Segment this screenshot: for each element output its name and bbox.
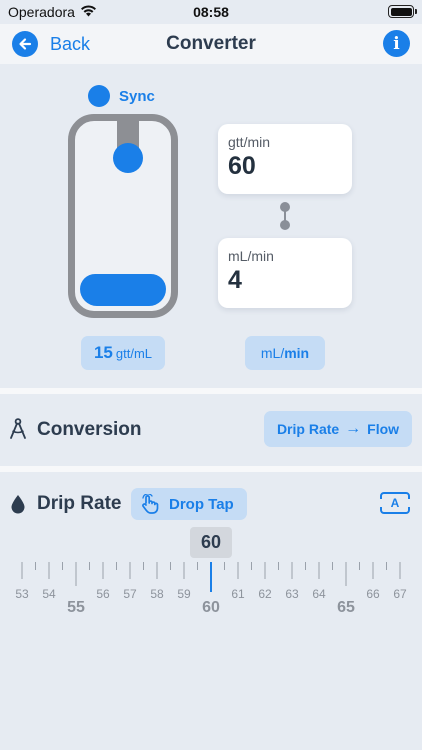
ruler-label: 56: [96, 587, 110, 601]
drop-tap-label: Drop Tap: [169, 495, 234, 513]
ruler-major-label: 60: [202, 599, 220, 616]
status-bar: Operadora 08:58: [0, 0, 422, 24]
flow-rate-card[interactable]: mL/min 4: [218, 238, 352, 308]
tap-hand-icon: [142, 494, 159, 514]
drop-factor-value: 15: [93, 343, 113, 362]
drip-rate-ruler[interactable]: 53 54 56 57 58 59 61 62 63 64 66 67 55 60 65: [0, 562, 422, 652]
ruler-label: 64: [312, 587, 326, 601]
ruler-label: 58: [150, 587, 164, 601]
flow-value: 4: [228, 266, 242, 294]
current-rate-value: 60: [200, 532, 222, 552]
flow-unit-time: min: [284, 345, 310, 361]
ruler-label: 54: [42, 587, 56, 601]
chamber-liquid: [80, 274, 166, 306]
drop-tap-button[interactable]: Drop Tap: [131, 488, 247, 520]
info-icon[interactable]: i: [383, 30, 410, 57]
drops-value: 60: [228, 152, 256, 180]
sync-label: Sync: [119, 87, 155, 105]
conversion-from: Drip Rate: [276, 421, 340, 437]
ruler-label: 63: [285, 587, 299, 601]
flow-unit-button[interactable]: mL/min: [245, 336, 325, 370]
flow-unit-volume: mL/: [260, 345, 285, 361]
sync-indicator-icon: [88, 85, 110, 107]
flow-unit: mL/min: [228, 248, 274, 264]
conversion-to: Flow: [367, 421, 400, 437]
drop-icon: [11, 495, 25, 514]
ruler-major-label: 65: [337, 599, 355, 616]
drops-per-minute-card[interactable]: gtt/min 60: [218, 124, 352, 194]
ruler-label: 62: [258, 587, 272, 601]
ruler-label: 66: [366, 587, 380, 601]
conversion-section: Conversion Drip Rate → Flow: [0, 394, 422, 466]
clock: 08:58: [193, 4, 229, 20]
drop-factor-unit: gtt/mL: [115, 345, 153, 361]
link-icon: [280, 202, 290, 230]
ruler-label: 57: [123, 587, 137, 601]
arrow-right-icon: →: [345, 420, 362, 437]
ruler-label: 53: [15, 587, 29, 601]
ruler-label: 67: [393, 587, 407, 601]
conversion-label: Conversion: [37, 419, 142, 440]
page-title: Converter: [166, 33, 256, 54]
sync-toggle[interactable]: Sync: [88, 85, 155, 107]
drops-unit: gtt/min: [228, 134, 271, 150]
nav-bar: Back Converter i: [0, 24, 422, 64]
falling-drop: [113, 143, 143, 173]
battery-icon: [388, 5, 417, 18]
conversion-mode-button[interactable]: Drip Rate → Flow: [264, 411, 412, 447]
auto-text-icon[interactable]: A: [379, 492, 411, 514]
ruler-label: 59: [177, 587, 191, 601]
drip-rate-label: Drip Rate: [37, 493, 122, 514]
drop-factor-button[interactable]: 15 gtt/mL: [81, 336, 165, 370]
current-rate-readout: 60: [190, 527, 232, 558]
drip-rate-section: Drip Rate Drop Tap A 60 53 54 56 57 58 59 61 62…: [0, 472, 422, 750]
ruler-label: 61: [231, 587, 245, 601]
drip-chamber: [68, 114, 178, 318]
auto-label: A: [390, 496, 400, 510]
ruler-major-label: 55: [67, 599, 85, 616]
compass-icon: [10, 418, 26, 439]
